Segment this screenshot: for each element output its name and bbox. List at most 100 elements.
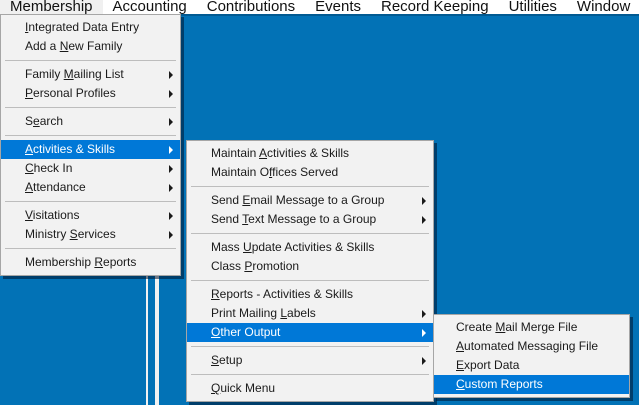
label-post: abels [287, 306, 316, 320]
label-accel: A [456, 339, 464, 353]
menubar-item-utilities[interactable]: Utilities [499, 0, 567, 14]
label-accel: S [70, 227, 78, 241]
label-post: ntegrated Data Entry [28, 20, 139, 34]
menu-separator [5, 201, 176, 202]
label-post: pdate Activities & Skills [252, 240, 375, 254]
submenu-arrow-icon [422, 310, 426, 318]
label-accel: M [495, 320, 505, 334]
label-accel: P [25, 86, 33, 100]
menu-item-class-promotion[interactable]: Class Promotion [187, 257, 433, 276]
menu-separator [5, 135, 176, 136]
submenu-arrow-icon [169, 212, 173, 220]
menu-item-print-mailing-labels[interactable]: Print Mailing Labels [187, 304, 433, 323]
label-pre: Family [25, 67, 64, 81]
label-accel: A [259, 146, 267, 160]
label-post: ctivities & Skills [33, 142, 115, 156]
label-post: etup [219, 353, 242, 367]
submenu-arrow-icon [169, 146, 173, 154]
menu-item-maintain-activities-skills[interactable]: Maintain Activities & Skills [187, 144, 433, 163]
menubar-item-events[interactable]: Events [305, 0, 371, 14]
other-output-submenu: Create Mail Merge FileAutomated Messagin… [433, 314, 630, 398]
menu-bar: MembershipAccountingContributionsEventsR… [0, 0, 639, 14]
label-post: xport Data [464, 358, 519, 372]
menu-item-export-data[interactable]: Export Data [434, 356, 629, 375]
menu-item-mass-update-activities-skills[interactable]: Mass Update Activities & Skills [187, 238, 433, 257]
menu-separator [5, 107, 176, 108]
menu-item-ministry-services[interactable]: Ministry Services [1, 225, 180, 244]
submenu-arrow-icon [422, 357, 426, 365]
menu-item-other-output[interactable]: Other Output [187, 323, 433, 342]
menu-item-send-email-message-to-a-group[interactable]: Send Email Message to a Group [187, 191, 433, 210]
menubar-item-record-keeping[interactable]: Record Keeping [371, 0, 499, 14]
menu-separator [5, 248, 176, 249]
submenu-arrow-icon [169, 231, 173, 239]
label-post: uick Menu [220, 381, 275, 395]
menu-item-reports-activities-skills[interactable]: Reports - Activities & Skills [187, 285, 433, 304]
label-accel: E [456, 358, 464, 372]
menu-separator [5, 60, 176, 61]
menu-item-personal-profiles[interactable]: Personal Profiles [1, 84, 180, 103]
menubar-item-accounting[interactable]: Accounting [103, 0, 197, 14]
label-pre: Mass [211, 240, 243, 254]
menubar-item-contributions[interactable]: Contributions [197, 0, 305, 14]
label-pre: Membership [25, 255, 94, 269]
label-post: heck In [34, 161, 73, 175]
menu-separator [191, 280, 429, 281]
label-post: ailing List [74, 67, 124, 81]
menu-item-setup[interactable]: Setup [187, 351, 433, 370]
menu-separator [191, 346, 429, 347]
label-pre: Ministry [25, 227, 70, 241]
label-accel: C [25, 161, 34, 175]
menu-item-send-text-message-to-a-group[interactable]: Send Text Message to a Group [187, 210, 433, 229]
menu-item-search[interactable]: Search [1, 112, 180, 131]
menu-item-maintain-offices-served[interactable]: Maintain Offices Served [187, 163, 433, 182]
label-accel: O [211, 325, 220, 339]
menu-item-quick-menu[interactable]: Quick Menu [187, 379, 433, 398]
submenu-arrow-icon [169, 165, 173, 173]
menu-item-automated-messaging-file[interactable]: Automated Messaging File [434, 337, 629, 356]
submenu-arrow-icon [422, 329, 426, 337]
label-pre: Print Mailing [211, 306, 280, 320]
label-post: arch [40, 114, 63, 128]
menu-item-attendance[interactable]: Attendance [1, 178, 180, 197]
label-post: isitations [33, 208, 80, 222]
label-post: romotion [252, 259, 299, 273]
menu-item-custom-reports[interactable]: Custom Reports [434, 375, 629, 394]
label-accel: A [25, 180, 33, 194]
label-post: ervices [78, 227, 116, 241]
label-post: ext Message to a Group [248, 212, 376, 226]
label-post: ther Output [220, 325, 280, 339]
label-pre: Maintain [211, 146, 259, 160]
submenu-arrow-icon [422, 197, 426, 205]
submenu-arrow-icon [169, 90, 173, 98]
menu-item-activities-skills[interactable]: Activities & Skills [1, 140, 180, 159]
menu-item-family-mailing-list[interactable]: Family Mailing List [1, 65, 180, 84]
menu-item-create-mail-merge-file[interactable]: Create Mail Merge File [434, 318, 629, 337]
menu-item-check-in[interactable]: Check In [1, 159, 180, 178]
label-post: ctivities & Skills [267, 146, 349, 160]
label-pre: Create [456, 320, 495, 334]
menubar-item-window[interactable]: Window [567, 0, 639, 14]
label-post: eports - Activities & Skills [220, 287, 353, 301]
window-edge-line [155, 273, 159, 405]
label-post: eports [103, 255, 136, 269]
menu-item-add-a-new-family[interactable]: Add a New Family [1, 37, 180, 56]
label-accel: R [211, 287, 220, 301]
menubar-item-membership[interactable]: Membership [0, 0, 103, 14]
label-post: ttendance [33, 180, 86, 194]
menu-item-membership-reports[interactable]: Membership Reports [1, 253, 180, 272]
label-accel: A [25, 142, 33, 156]
label-accel: R [94, 255, 103, 269]
menu-item-visitations[interactable]: Visitations [1, 206, 180, 225]
label-pre: Maintain O [211, 165, 269, 179]
submenu-arrow-icon [169, 184, 173, 192]
submenu-arrow-icon [169, 118, 173, 126]
window-edge-line [146, 273, 148, 405]
label-accel: e [33, 114, 40, 128]
menu-item-integrated-data-entry[interactable]: Integrated Data Entry [1, 18, 180, 37]
label-post: fices Served [272, 165, 338, 179]
label-accel: V [25, 208, 33, 222]
label-accel: C [456, 377, 465, 391]
menu-separator [191, 233, 429, 234]
label-accel: Q [211, 381, 220, 395]
